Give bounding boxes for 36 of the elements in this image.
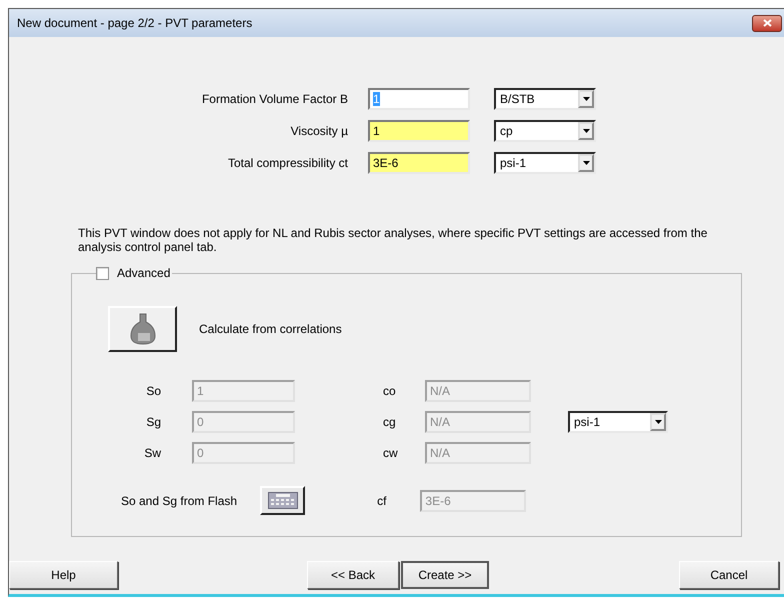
cf-label: cf: [377, 494, 386, 508]
unit-dropdown[interactable]: B/STB: [494, 88, 596, 110]
parameter-field[interactable]: 3E-6: [368, 152, 470, 174]
correlations-button[interactable]: [108, 306, 177, 352]
unit-dropdown[interactable]: cp: [494, 120, 596, 142]
parameter-label: Viscosity µ: [290, 124, 348, 138]
dialog-button[interactable]: Cancel: [679, 561, 779, 589]
unit-dropdown[interactable]: psi-1: [568, 411, 668, 433]
flash-label: So and Sg from Flash: [121, 494, 238, 508]
unit-dropdown[interactable]: psi-1: [494, 152, 596, 174]
dropdown-arrow-icon: [654, 420, 662, 424]
dialog-button[interactable]: Help: [9, 561, 118, 589]
window-title: New document - page 2/2 - PVT parameters: [17, 16, 254, 30]
advanced-checkbox[interactable]: [96, 267, 109, 280]
parameter-field[interactable]: 1: [368, 120, 470, 142]
parameter-label: Total compressibility ct: [226, 156, 348, 170]
flask-icon: [130, 313, 156, 345]
compressibility-label: cg: [382, 415, 396, 429]
dropdown-arrow-icon: [582, 129, 590, 133]
close-button[interactable]: [752, 14, 782, 32]
keypad-icon: [268, 492, 298, 509]
dropdown-arrow-icon: [582, 97, 590, 101]
flash-button[interactable]: [260, 486, 306, 515]
close-icon: [762, 19, 772, 27]
dialog-button[interactable]: << Back: [307, 561, 399, 589]
compressibility-label: cw: [382, 446, 398, 460]
compressibility-label: co: [382, 384, 396, 398]
correlations-label: Calculate from correlations: [199, 322, 342, 336]
saturation-label: So: [146, 384, 162, 398]
dialog-button[interactable]: Create >>: [401, 561, 489, 589]
parameter-label: Formation Volume Factor B: [200, 92, 348, 106]
saturation-label: Sw: [144, 446, 162, 460]
dropdown-arrow-icon: [582, 161, 590, 165]
info-text: This PVT window does not apply for NL and Rubis sector analyses, where specific PVT settings are accessed from the analysis control panel tab.: [78, 226, 708, 254]
saturation-label: Sg: [146, 415, 162, 429]
advanced-label: Advanced: [117, 266, 170, 281]
